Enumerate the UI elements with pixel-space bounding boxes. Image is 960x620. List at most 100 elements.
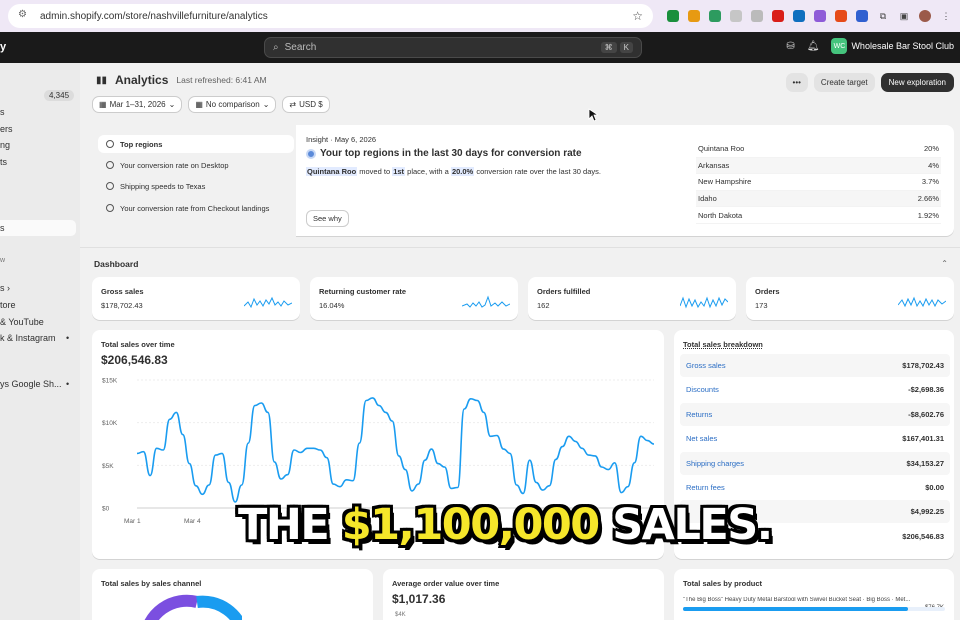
chevron-down-icon: ⌄ [262,100,270,109]
calendar-icon: ▦ [195,100,203,109]
extension-icon[interactable] [793,10,805,22]
sidebar-item[interactable]: & YouTube [0,317,44,327]
shopify-logo[interactable]: y [0,41,6,53]
chevron-up-icon[interactable]: ⌃ [941,259,948,268]
sidepanel-icon[interactable]: ▣ [898,10,910,22]
breakdown-label[interactable]: Return fees [686,483,725,492]
region-value: 20% [923,144,939,154]
insight-item-label: Shipping speeds to Texas [120,181,206,191]
date-range-picker[interactable]: ▦ Mar 1–31, 2026 ⌄ [92,96,183,113]
sidebar-active-highlight [0,220,76,236]
extension-icon[interactable] [751,10,763,22]
insight-icon [106,182,114,190]
kpi-card-gross-sales[interactable]: Gross sales $178,702.43 [92,277,300,320]
sidebar-item[interactable]: ys Google Sh... [0,379,62,389]
extension-icon[interactable] [814,10,826,22]
insight-item-shipping[interactable]: Shipping speeds to Texas [98,177,294,195]
breakdown-label[interactable]: Discounts [686,385,719,394]
y-tick-label: $15K [102,378,118,385]
bookmark-star-icon[interactable]: ☆ [632,9,643,23]
kpi-value: 16.04% [319,301,345,310]
profile-avatar[interactable] [919,10,931,22]
sidebar-item[interactable]: s › [0,283,10,293]
extension-icon[interactable] [688,10,700,22]
sales-by-product-card: Total sales by product "The Big Boss" He… [674,569,954,620]
regions-table: Quintana Roo 20% Arkansas 4% New Hampshire… [696,141,941,224]
store-switcher[interactable]: WC Wholesale Bar Stool Club [831,38,954,54]
kpi-card-orders-fulfilled[interactable]: Orders fulfilled 162 [528,277,736,320]
product-bar [683,607,945,611]
site-settings-icon[interactable]: ⚙ [18,9,32,23]
section-divider [80,247,960,248]
kpi-card-orders[interactable]: Orders 173 [746,277,954,320]
comparison-picker[interactable]: ▦ No comparison ⌄ [188,96,277,113]
insight-item-checkout[interactable]: Your conversion rate from Checkout landi… [98,199,294,217]
insight-item-label: Your conversion rate on Desktop [120,160,229,170]
status-dot-icon: • [66,333,70,343]
breakdown-value: $206,546.83 [902,531,944,541]
extension-icon[interactable] [835,10,847,22]
kpi-value: 173 [755,301,768,310]
breakdown-value: $4,992.25 [910,507,944,517]
search-input[interactable]: ⌕ Search ⌘ K [264,37,642,58]
sidebar-item[interactable]: ts [0,157,7,167]
kpi-card-returning-rate[interactable]: Returning customer rate 16.04% [310,277,518,320]
sidebar-item[interactable]: tore [0,300,16,310]
shortcut-hint: ⌘ K [600,42,633,53]
extension-icon[interactable] [667,10,679,22]
table-row: Returns -$8,602.76 [680,402,950,426]
shortcut-key: ⌘ [600,42,617,53]
sidebar-item-analytics[interactable]: s [0,223,5,233]
table-row: Idaho 2.66% [696,190,941,208]
y-tick-label: $10K [102,420,118,427]
extension-icon[interactable] [772,10,784,22]
admin-topbar: y ⌕ Search ⌘ K ⛁ 🔔︎ WC Wholesale Bar Sto… [0,32,960,63]
extension-icon[interactable] [856,10,868,22]
sidebar-item[interactable]: s [0,107,5,117]
card-title: Total sales breakdown [683,340,763,349]
breakdown-label[interactable]: Shipping charges [686,459,744,468]
insight-item-label: Your conversion rate from Checkout landi… [120,203,270,213]
extension-icon[interactable] [730,10,742,22]
address-bar[interactable]: ⚙ admin.shopify.com/store/nashvillefurni… [8,4,653,28]
create-target-button[interactable]: Create target [813,73,875,92]
insight-title: Your top regions in the last 30 days for… [306,148,582,159]
menu-dots-icon[interactable]: ⋮ [940,10,952,22]
region-value: 2.66% [917,194,939,204]
breakdown-label[interactable]: Net sales [686,434,717,443]
extension-icon[interactable] [709,10,721,22]
see-why-button[interactable]: See why [306,210,349,227]
y-tick-label: $5K [102,463,114,470]
puzzle-icon[interactable]: ⧉ [877,10,889,22]
sidebar-item[interactable]: ng [0,140,10,150]
more-actions-button[interactable]: ••• [785,73,808,92]
product-name: "The Big Boss" Heavy Duty Metal Barstool… [683,597,911,603]
new-exploration-button[interactable]: New exploration [880,73,954,92]
insight-item-top-regions[interactable]: Top regions [98,135,294,153]
sidebar-item[interactable]: ers [0,124,13,134]
table-row: Quintana Roo 20% [696,141,941,158]
insight-text: conversion rate over the last 30 days. [476,167,601,176]
breakdown-value: -$8,602.76 [908,409,944,419]
breakdown-value: -$2,698.36 [908,385,944,395]
insight-item-desktop[interactable]: Your conversion rate on Desktop [98,156,294,174]
trophy-icon [106,140,114,148]
breakdown-label[interactable]: Returns [686,410,712,419]
sidebar: 4,345 s ers ng ts s w s › tore & YouTube… [0,63,80,620]
topbar-actions: ⛁ 🔔︎ WC Wholesale Bar Stool Club [786,38,954,54]
breakdown-label[interactable]: Gross sales [686,361,726,370]
currency-picker[interactable]: ⇄ USD $ [282,96,330,113]
bell-icon[interactable]: 🔔︎ [807,41,820,52]
breakdown-value: $0.00 [925,483,944,492]
database-icon[interactable]: ⛁ [786,41,794,52]
currency-label: USD $ [299,100,323,109]
table-row: Net sales $167,401.31 [680,427,950,450]
kpi-label: Orders [755,287,780,296]
page-header: ▮▮ Analytics Last refreshed: 6:41 AM [96,73,267,87]
mouse-cursor-icon [588,108,598,122]
sidebar-item[interactable]: k & Instagram [0,333,56,343]
store-avatar: WC [831,38,848,54]
award-icon [306,148,316,159]
sidebar-item[interactable]: w [0,257,5,264]
last-refreshed: Last refreshed: 6:41 AM [176,75,267,85]
